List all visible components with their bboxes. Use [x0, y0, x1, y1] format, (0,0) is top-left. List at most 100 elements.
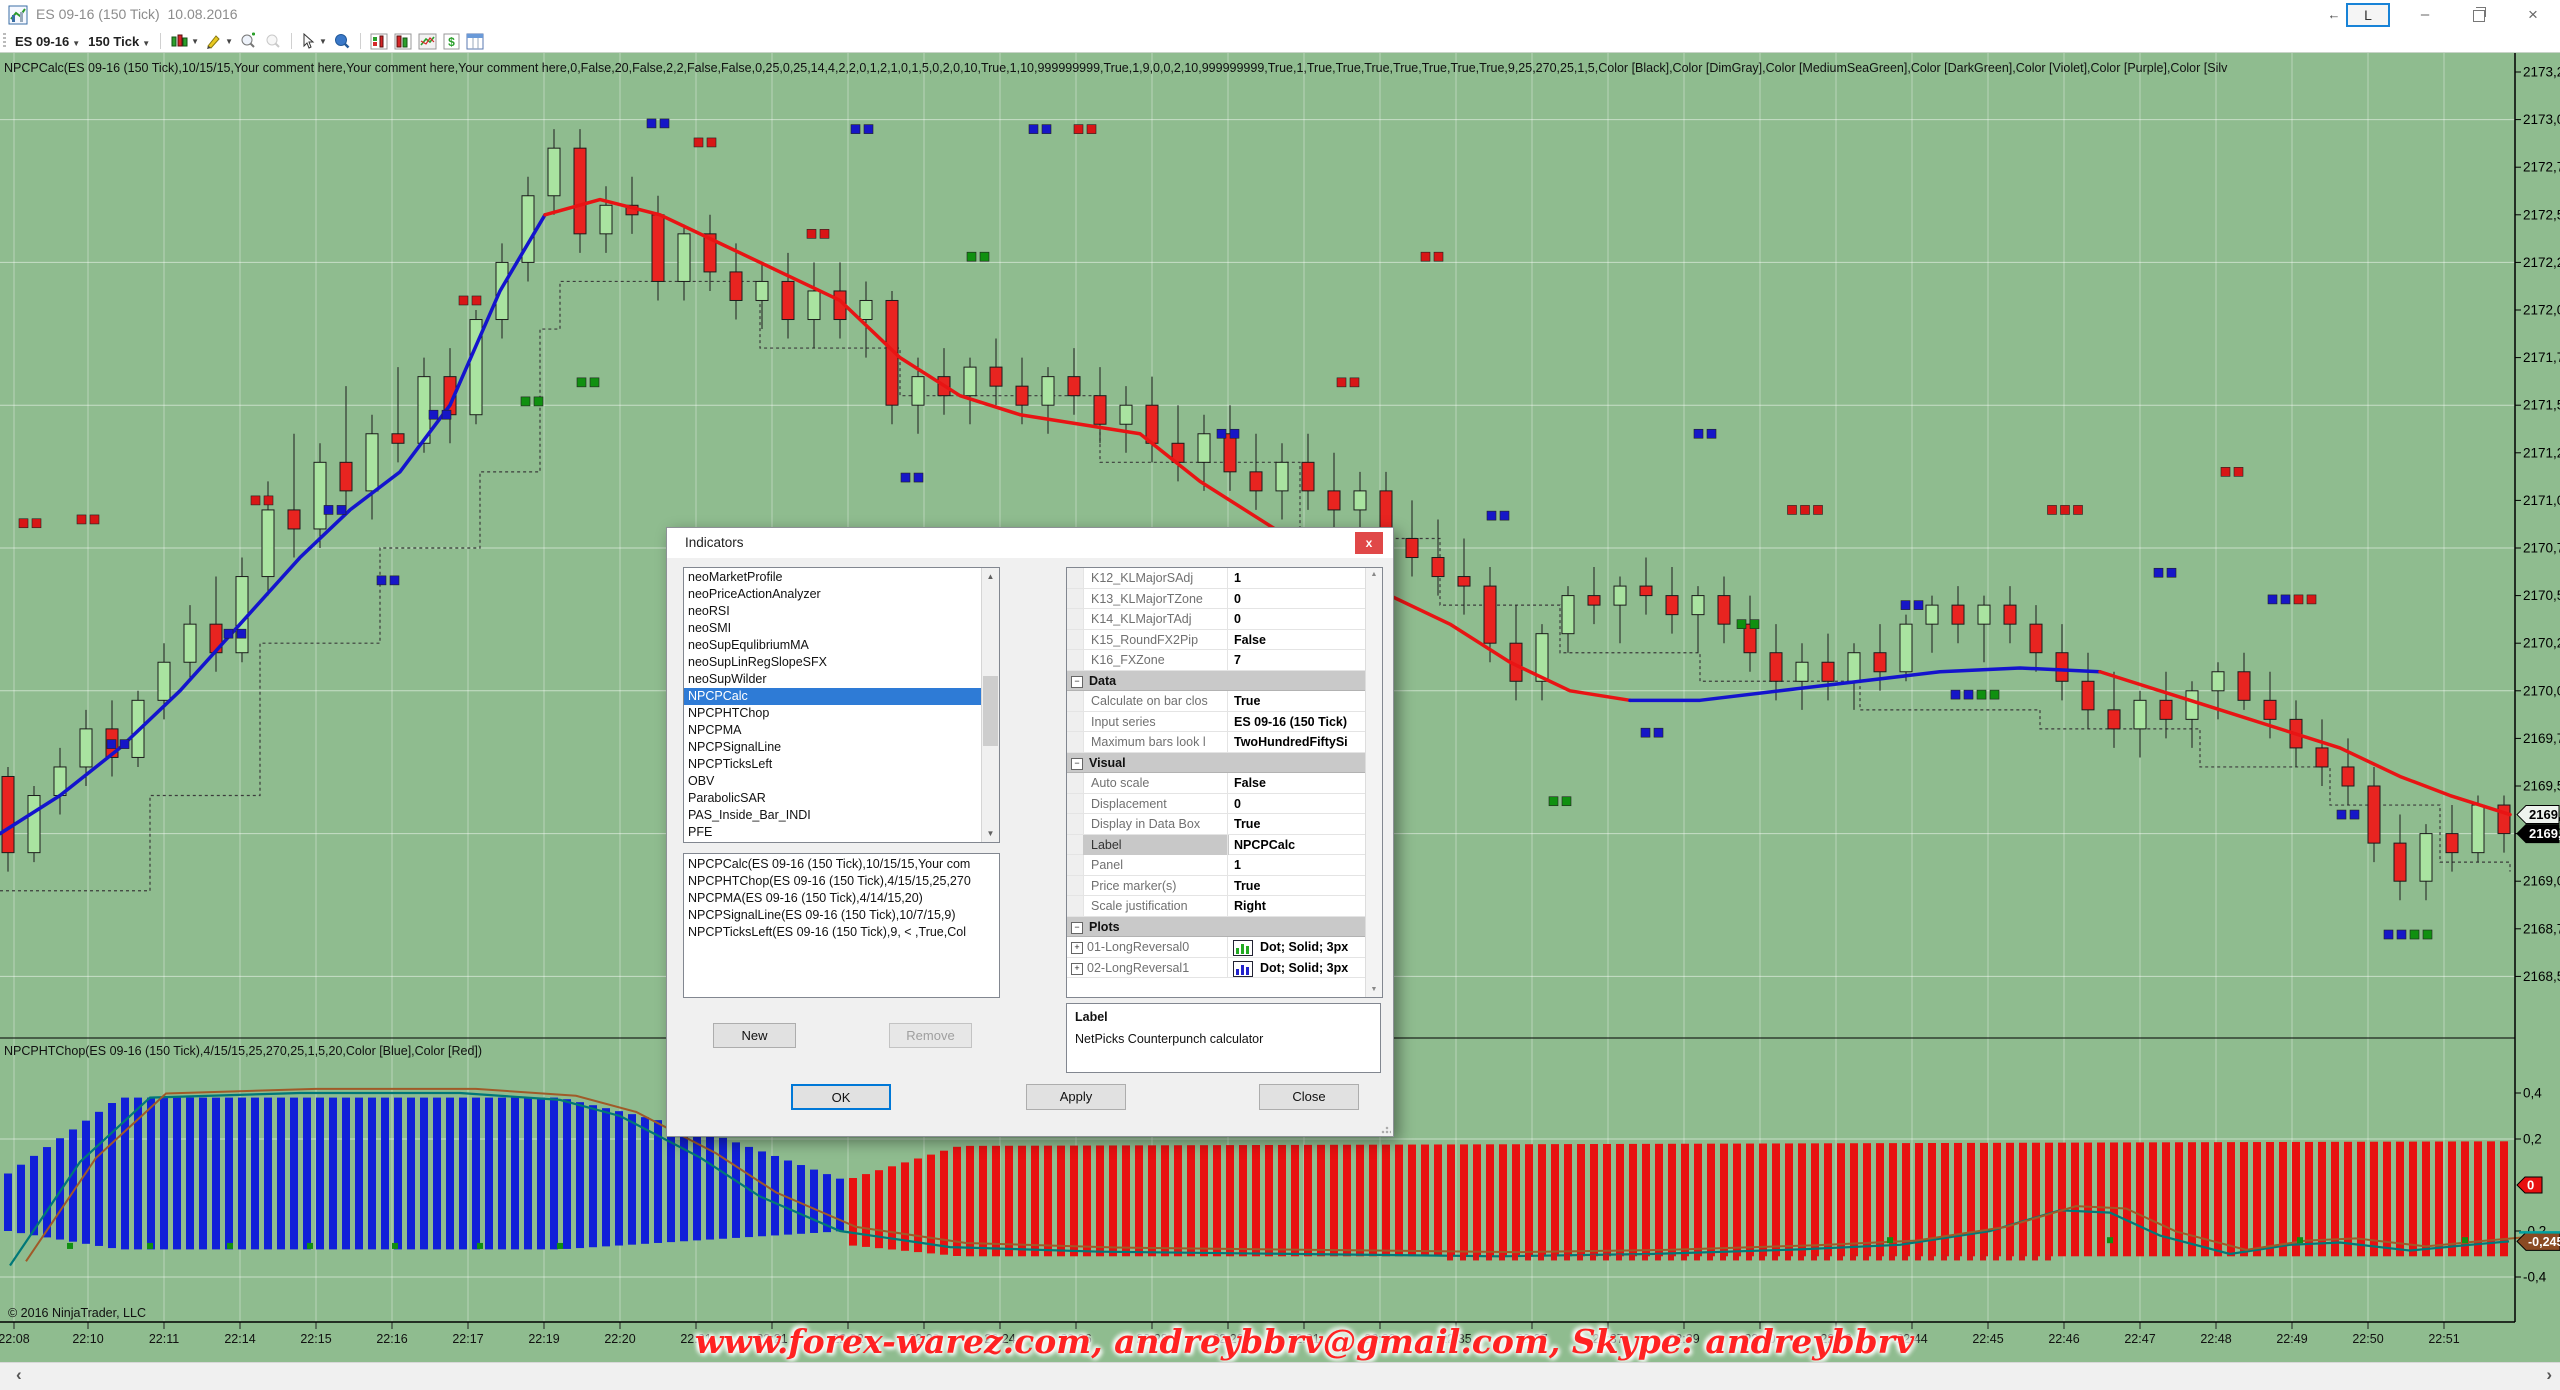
indicator-list-item[interactable]: OBV: [684, 773, 982, 790]
collapse-icon[interactable]: −: [1071, 758, 1083, 770]
property-row[interactable]: K13_KLMajorTZone0: [1067, 589, 1366, 610]
minimize-button[interactable]: –: [2408, 3, 2442, 27]
zoom-in-button[interactable]: [239, 31, 258, 51]
indicator-list-item[interactable]: neoSupWilder: [684, 671, 982, 688]
toolbar-separator: [160, 33, 161, 49]
chevron-down-icon: ▼: [191, 37, 199, 46]
indicator-list-item[interactable]: NPCPTicksLeft: [684, 756, 982, 773]
property-row[interactable]: K14_KLMajorTAdj0: [1067, 609, 1366, 630]
property-row[interactable]: K12_KLMajorSAdj1: [1067, 568, 1366, 589]
chart-style-button[interactable]: [418, 31, 437, 51]
interval-selector[interactable]: 150 Tick▼: [88, 34, 150, 49]
remove-button[interactable]: Remove: [889, 1023, 972, 1048]
link-button[interactable]: L: [2346, 3, 2390, 27]
applied-indicator-list[interactable]: NPCPCalc(ES 09-16 (150 Tick),10/15/15,Yo…: [683, 853, 1000, 998]
property-section-header[interactable]: −Plots: [1067, 917, 1366, 938]
horizontal-scrollbar[interactable]: ‹ ›: [0, 1362, 2560, 1390]
indicator-list-scrollbar[interactable]: ▲ ▼: [981, 568, 999, 842]
property-row[interactable]: K15_RoundFX2PipFalse: [1067, 630, 1366, 651]
property-row[interactable]: Panel1: [1067, 855, 1366, 876]
indicator-list-item[interactable]: PFE: [684, 824, 982, 841]
chart-window: 22:0822:1022:1122:1422:1522:1622:1722:19…: [0, 0, 2560, 1390]
indicator-list-item[interactable]: PAS_Inside_Bar_INDI: [684, 807, 982, 824]
property-row[interactable]: Scale justificationRight: [1067, 896, 1366, 917]
property-row[interactable]: Calculate on bar closTrue: [1067, 691, 1366, 712]
scroll-down-icon[interactable]: ▼: [982, 825, 999, 842]
indicator-list-item[interactable]: neoPriceActionAnalyzer: [684, 586, 982, 603]
property-row[interactable]: Display in Data BoxTrue: [1067, 814, 1366, 835]
scroll-up-icon[interactable]: ▲: [1366, 568, 1382, 582]
account-button[interactable]: $: [443, 31, 460, 51]
svg-text:22:37: 22:37: [1592, 1332, 1623, 1346]
applied-indicator-item[interactable]: NPCPCalc(ES 09-16 (150 Tick),10/15/15,Yo…: [684, 856, 999, 873]
expand-icon[interactable]: +: [1071, 942, 1083, 954]
indicator-list-item[interactable]: ParabolicSAR: [684, 790, 982, 807]
dialog-close-button[interactable]: x: [1355, 532, 1383, 554]
applied-indicator-item[interactable]: NPCPSignalLine(ES 09-16 (150 Tick),10/7/…: [684, 907, 999, 924]
scroll-right-icon[interactable]: ›: [2546, 1365, 2552, 1385]
svg-text:2170,75: 2170,75: [2523, 541, 2560, 556]
applied-indicator-item[interactable]: NPCPTicksLeft(ES 09-16 (150 Tick),9, < ,…: [684, 924, 999, 941]
property-row[interactable]: K16_FXZone7: [1067, 650, 1366, 671]
dock-arrow-icon[interactable]: ←: [2326, 3, 2342, 27]
property-row[interactable]: Input seriesES 09-16 (150 Tick): [1067, 712, 1366, 733]
instrument-selector[interactable]: ES 09-16▼: [15, 34, 80, 49]
row-indent: [1067, 568, 1084, 588]
row-indent: [1067, 835, 1084, 855]
scroll-down-icon[interactable]: ▼: [1366, 983, 1382, 997]
indicator-list-item[interactable]: neoSupLinRegSlopeSFX: [684, 654, 982, 671]
indicator-list-item[interactable]: NPCPSignalLine: [684, 739, 982, 756]
scrollbar-thumb[interactable]: [983, 676, 998, 746]
new-button[interactable]: New: [713, 1023, 796, 1048]
indicator-list-item[interactable]: neoSupEqulibriumMA: [684, 637, 982, 654]
ok-button[interactable]: OK: [791, 1084, 891, 1110]
applied-indicator-item[interactable]: NPCPHTChop(ES 09-16 (150 Tick),4/15/15,2…: [684, 873, 999, 890]
restore-icon: [2473, 10, 2485, 22]
scroll-up-icon[interactable]: ▲: [982, 568, 999, 585]
property-row[interactable]: Auto scaleFalse: [1067, 773, 1366, 794]
drawing-tools-button[interactable]: ▼: [205, 31, 233, 51]
indicator-list-item[interactable]: neoMarketProfile: [684, 569, 982, 586]
expand-icon[interactable]: +: [1071, 963, 1083, 975]
property-row[interactable]: Price marker(s)True: [1067, 876, 1366, 897]
indicator-list[interactable]: neoMarketProfileneoPriceActionAnalyzerne…: [683, 567, 1000, 843]
collapse-icon[interactable]: −: [1071, 676, 1083, 688]
applied-indicator-item[interactable]: NPCPMA(ES 09-16 (150 Tick),4/14/15,20): [684, 890, 999, 907]
indicator-list-item[interactable]: neoSMI: [684, 620, 982, 637]
property-row[interactable]: Displacement0: [1067, 794, 1366, 815]
scroll-left-icon[interactable]: ‹: [16, 1365, 22, 1385]
zoom-region-button[interactable]: [333, 31, 351, 51]
property-row[interactable]: Maximum bars look lTwoHundredFiftySix: [1067, 732, 1366, 753]
property-grid-scrollbar[interactable]: ▲ ▼: [1365, 568, 1382, 997]
indicator-list-item[interactable]: neoRSI: [684, 603, 982, 620]
apply-button[interactable]: Apply: [1026, 1084, 1126, 1110]
toolbar-grip[interactable]: [3, 33, 6, 49]
svg-text:-0,245: -0,245: [2528, 1235, 2560, 1249]
property-row[interactable]: LabelNPCPCalc: [1067, 835, 1366, 856]
market-analyzer-button[interactable]: [394, 31, 412, 51]
property-section-header[interactable]: −Visual: [1067, 753, 1366, 774]
property-grid[interactable]: K12_KLMajorSAdj1K13_KLMajorTZone0K14_KLM…: [1066, 567, 1383, 998]
close-button[interactable]: ×: [2516, 3, 2550, 27]
bar-type-button[interactable]: ▼: [170, 31, 199, 51]
svg-text:22:44: 22:44: [1896, 1332, 1927, 1346]
resize-grip[interactable]: [1381, 1124, 1391, 1134]
chart-trader-button[interactable]: [370, 31, 388, 51]
indicator-list-item[interactable]: NPCPCalc: [684, 688, 982, 705]
svg-text:22:35: 22:35: [1440, 1332, 1471, 1346]
plot-row[interactable]: +01-LongReversal0Dot; Solid; 3px: [1067, 937, 1366, 958]
cursor-button[interactable]: ▼: [301, 31, 327, 51]
svg-text:22:11: 22:11: [149, 1332, 179, 1346]
restore-button[interactable]: [2462, 3, 2496, 27]
indicator-list-item[interactable]: NPCPMA: [684, 722, 982, 739]
collapse-icon[interactable]: −: [1071, 922, 1083, 934]
dialog-title-bar[interactable]: Indicators: [667, 528, 1393, 558]
close-dialog-button[interactable]: Close: [1259, 1084, 1359, 1110]
data-grid-button[interactable]: [466, 31, 484, 51]
indicator-list-item[interactable]: NPCPHTChop: [684, 705, 982, 722]
zoom-out-button[interactable]: [264, 31, 282, 51]
svg-text:22:28: 22:28: [1136, 1332, 1167, 1346]
plot-row[interactable]: +02-LongReversal1Dot; Solid; 3px: [1067, 958, 1366, 979]
svg-text:2168,75: 2168,75: [2523, 921, 2560, 936]
property-section-header[interactable]: −Data: [1067, 671, 1366, 692]
